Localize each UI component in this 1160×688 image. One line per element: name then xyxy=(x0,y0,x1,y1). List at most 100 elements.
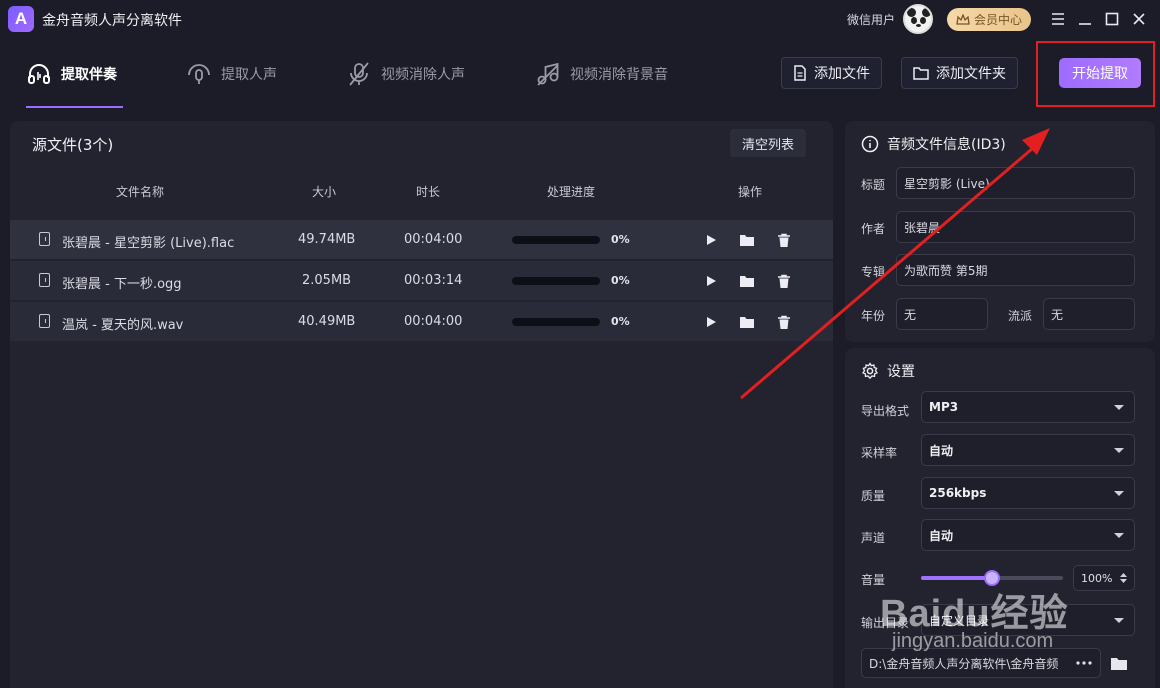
format-label: 导出格式 xyxy=(861,404,910,418)
trash-icon[interactable] xyxy=(775,272,793,290)
file-name: 温岚 - 夏天的风.wav xyxy=(62,318,184,333)
title-label: 标题 xyxy=(861,178,886,192)
chevron-down-icon xyxy=(1114,618,1124,623)
audio-info-panel: 音频文件信息(ID3) 标题 星空剪影 (Live) 作者 张碧晨 专辑 为歌而… xyxy=(845,121,1155,342)
vip-center-label: 会员中心 xyxy=(973,13,1022,27)
add-file-label: 添加文件 xyxy=(814,66,870,82)
sample-rate-value: 自动 xyxy=(929,443,954,458)
watermark-sub: jingyan.baidu.com xyxy=(892,630,1054,652)
play-icon[interactable] xyxy=(702,272,720,290)
maximize-icon[interactable] xyxy=(1101,8,1123,30)
file-size: 2.05MB xyxy=(302,273,352,288)
genre-label: 流派 xyxy=(1008,309,1033,323)
browse-folder-icon[interactable] xyxy=(1108,653,1130,673)
minimize-icon[interactable] xyxy=(1074,8,1096,30)
stepper-arrows-icon[interactable] xyxy=(1119,572,1128,584)
sample-rate-select[interactable]: 自动 xyxy=(921,434,1135,466)
chevron-down-icon xyxy=(1114,533,1124,538)
music-note-off-icon xyxy=(537,62,559,86)
table-row[interactable]: 张碧晨 - 星空剪影 (Live).flac 49.74MB 00:04:00 … xyxy=(10,220,833,260)
file-duration: 00:04:00 xyxy=(404,314,463,329)
album-field[interactable]: 为歌而赞 第5期 xyxy=(896,254,1135,286)
tab-video-remove-background[interactable]: 视频消除背景音 xyxy=(535,58,668,90)
table-row[interactable]: 张碧晨 - 下一秒.ogg 2.05MB 00:03:14 0% xyxy=(10,261,833,301)
title-field[interactable]: 星空剪影 (Live) xyxy=(896,167,1135,199)
header-progress: 处理进度 xyxy=(547,185,596,199)
title-bar: A 金舟音频人声分离软件 微信用户 会员中心 xyxy=(0,0,1160,38)
table-row[interactable]: 温岚 - 夏天的风.wav 40.49MB 00:04:00 0% xyxy=(10,302,833,342)
volume-stepper[interactable]: 100% xyxy=(1073,565,1135,591)
play-icon[interactable] xyxy=(702,231,720,249)
open-folder-icon[interactable] xyxy=(738,272,756,290)
channel-label: 声道 xyxy=(861,531,886,545)
year-field[interactable]: 无 xyxy=(896,298,988,330)
close-icon[interactable] xyxy=(1128,8,1150,30)
tab-video-remove-vocals[interactable]: 视频消除人声 xyxy=(346,58,465,90)
format-select[interactable]: MP3 xyxy=(921,391,1135,423)
add-folder-label: 添加文件夹 xyxy=(936,66,1006,82)
album-label: 专辑 xyxy=(861,265,886,279)
audio-file-icon xyxy=(39,232,50,246)
header-actions: 操作 xyxy=(738,185,763,199)
app-logo: A xyxy=(8,6,34,32)
trash-icon[interactable] xyxy=(775,313,793,331)
file-list-panel: 源文件(3个) 清空列表 文件名称 大小 时长 处理进度 操作 张碧晨 - 星空… xyxy=(10,121,833,688)
volume-slider-fill xyxy=(921,576,992,580)
mic-off-icon xyxy=(349,62,369,86)
folder-icon xyxy=(913,67,929,80)
add-folder-button[interactable]: 添加文件夹 xyxy=(901,57,1018,89)
author-field[interactable]: 张碧晨 xyxy=(896,211,1135,243)
trash-icon[interactable] xyxy=(775,231,793,249)
progress-percent: 0% xyxy=(611,315,630,328)
menu-icon[interactable] xyxy=(1047,8,1069,30)
format-value: MP3 xyxy=(929,400,959,414)
gear-icon xyxy=(862,362,878,380)
quality-value: 256kbps xyxy=(929,486,987,500)
progress-bar xyxy=(512,277,600,285)
info-icon xyxy=(861,135,879,153)
clear-list-button[interactable]: 清空列表 xyxy=(730,129,806,157)
open-folder-icon[interactable] xyxy=(738,231,756,249)
header-name: 文件名称 xyxy=(116,185,165,199)
file-name: 张碧晨 - 星空剪影 (Live).flac xyxy=(62,236,235,251)
user-name[interactable]: 微信用户 xyxy=(847,11,895,28)
file-name: 张碧晨 - 下一秒.ogg xyxy=(62,277,182,292)
sample-rate-label: 采样率 xyxy=(861,446,898,460)
headphone-icon xyxy=(28,64,50,84)
audio-file-icon xyxy=(39,273,50,287)
highlight-box xyxy=(1036,41,1155,107)
chevron-down-icon xyxy=(1114,405,1124,410)
file-size: 40.49MB xyxy=(298,314,356,329)
play-icon[interactable] xyxy=(702,313,720,331)
file-duration: 00:04:00 xyxy=(404,232,463,247)
avatar[interactable] xyxy=(903,4,933,34)
app-title: 金舟音频人声分离软件 xyxy=(42,13,182,29)
tab-label: 提取人声 xyxy=(221,67,277,83)
quality-label: 质量 xyxy=(861,489,886,503)
active-tab-indicator xyxy=(26,106,123,108)
watermark-main: Baidu经验 xyxy=(880,593,1069,635)
file-list-title: 源文件(3个) xyxy=(32,136,114,154)
audio-file-icon xyxy=(39,314,50,328)
channel-select[interactable]: 自动 xyxy=(921,519,1135,551)
volume-slider[interactable] xyxy=(921,570,1063,586)
audio-info-title: 音频文件信息(ID3) xyxy=(861,134,1006,154)
tab-extract-accompaniment[interactable]: 提取伴奏 xyxy=(26,58,117,90)
file-size: 49.74MB xyxy=(298,232,356,247)
open-folder-icon[interactable] xyxy=(738,313,756,331)
settings-title: 设置 xyxy=(861,361,915,381)
chevron-down-icon xyxy=(1114,448,1124,453)
header-duration: 时长 xyxy=(416,185,441,199)
tab-extract-vocals[interactable]: 提取人声 xyxy=(186,58,277,90)
quality-select[interactable]: 256kbps xyxy=(921,477,1135,509)
tab-label: 提取伴奏 xyxy=(61,67,117,83)
file-duration: 00:03:14 xyxy=(404,273,463,288)
progress-percent: 0% xyxy=(611,233,630,246)
watermark: Baidu经验 jingyan.baidu.com xyxy=(880,582,1069,652)
genre-field[interactable]: 无 xyxy=(1043,298,1135,330)
crown-icon xyxy=(956,13,970,25)
add-file-button[interactable]: 添加文件 xyxy=(781,57,882,89)
more-icon[interactable] xyxy=(1073,655,1095,671)
vip-center-button[interactable]: 会员中心 xyxy=(947,8,1031,31)
author-label: 作者 xyxy=(861,222,886,236)
